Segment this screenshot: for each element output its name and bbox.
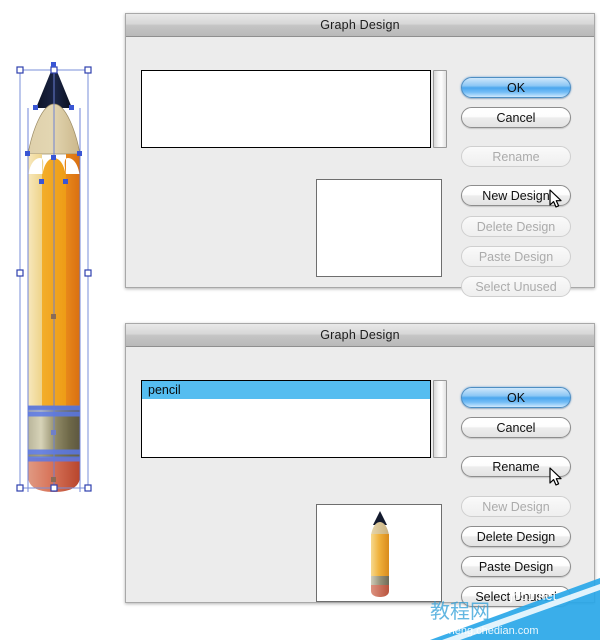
dialog-titlebar[interactable]: Graph Design: [126, 324, 594, 347]
watermark-line2: jiaocheng.chedian.com: [425, 625, 539, 637]
pencil-body-left: [28, 174, 42, 406]
select-unused-button[interactable]: Select Unused: [461, 276, 571, 297]
rename-button[interactable]: Rename: [461, 456, 571, 477]
rename-button[interactable]: Rename: [461, 146, 571, 167]
pencil-body-right: [66, 174, 80, 406]
pencil-artwork[interactable]: [14, 62, 94, 494]
new-design-button[interactable]: New Design: [461, 496, 571, 517]
dialog-title: Graph Design: [320, 18, 400, 32]
list-item[interactable]: pencil: [142, 381, 430, 399]
dialog-titlebar[interactable]: Graph Design: [126, 14, 594, 37]
paste-design-button[interactable]: Paste Design: [461, 556, 571, 577]
pencil-vector-svg: [16, 62, 92, 492]
design-list-scrollbar[interactable]: [433, 70, 447, 148]
delete-design-button[interactable]: Delete Design: [461, 216, 571, 237]
delete-design-button[interactable]: Delete Design: [461, 526, 571, 547]
illustrator-canvas[interactable]: [0, 0, 124, 640]
dialog-body: pencil Preview:: [126, 347, 594, 607]
preview-box: [316, 504, 442, 602]
dialog-title: Graph Design: [320, 328, 400, 342]
cancel-button[interactable]: Cancel: [461, 107, 571, 128]
new-design-button[interactable]: New Design: [461, 185, 571, 206]
ok-button[interactable]: OK: [461, 77, 571, 98]
graph-design-dialog-empty[interactable]: Graph Design Preview: OK Cancel Rename N…: [125, 13, 595, 297]
preview-box: [316, 179, 442, 277]
graph-design-dialog-pencil[interactable]: Graph Design pencil Preview:: [125, 323, 595, 607]
dialog-body: Preview: OK Cancel Rename New Design Del…: [126, 37, 594, 297]
ok-button[interactable]: OK: [461, 387, 571, 408]
screenshot-root: Graph Design Preview: OK Cancel Rename N…: [0, 0, 600, 640]
design-list[interactable]: [141, 70, 431, 148]
paste-design-button[interactable]: Paste Design: [461, 246, 571, 267]
select-unused-button[interactable]: Select Unused: [461, 586, 571, 607]
pencil-thumbnail-icon: [371, 511, 389, 597]
design-list-scrollbar[interactable]: [433, 380, 447, 458]
design-list[interactable]: pencil: [141, 380, 431, 458]
cancel-button[interactable]: Cancel: [461, 417, 571, 438]
